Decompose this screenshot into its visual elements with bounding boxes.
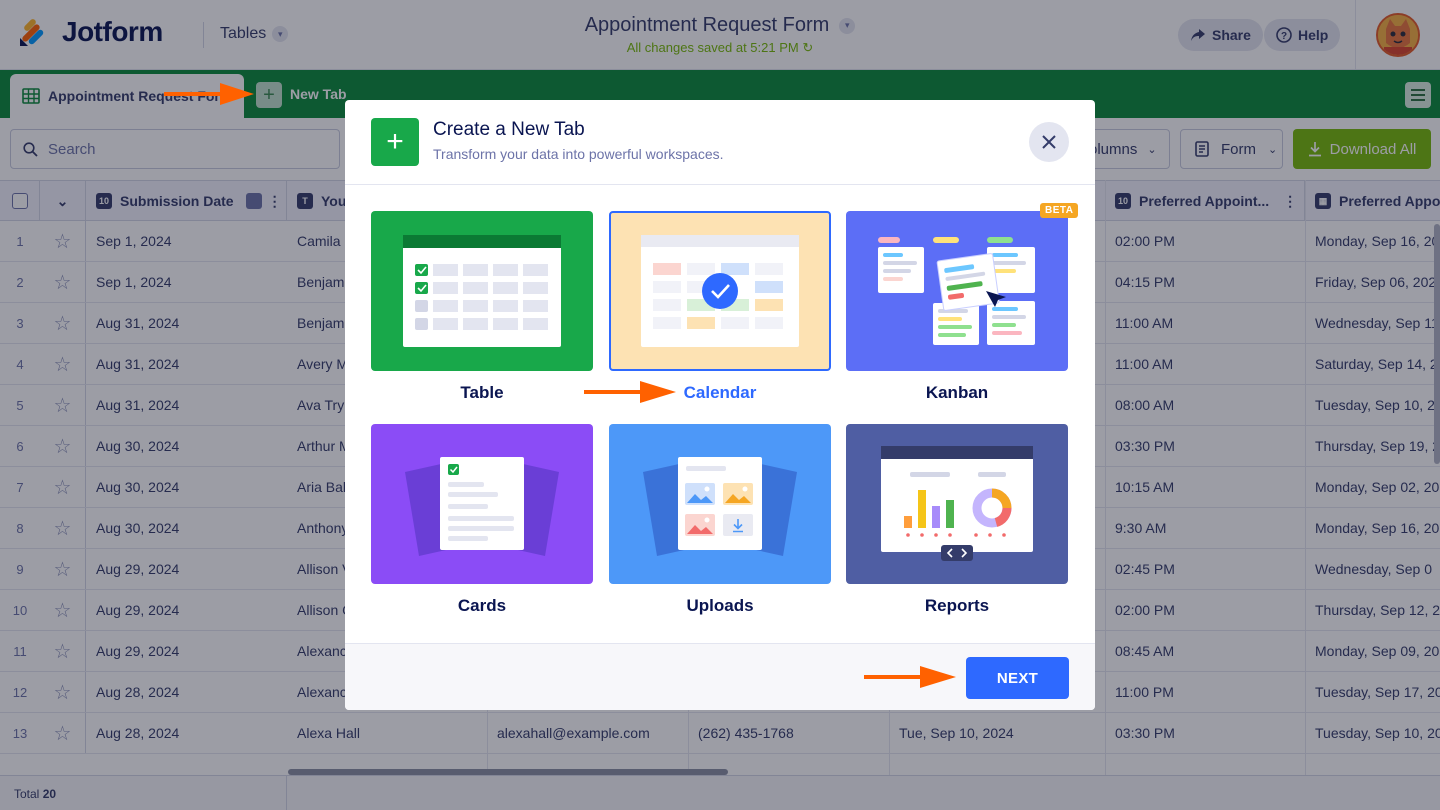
annotation-arrow-icon bbox=[584, 381, 676, 403]
app-root: Jotform Tables ▾ Appointment Request For… bbox=[0, 0, 1440, 810]
beta-badge: BETA bbox=[1040, 203, 1079, 218]
uploads-illustration-icon bbox=[643, 457, 797, 556]
modal-subtitle: Transform your data into powerful worksp… bbox=[433, 146, 724, 162]
option-kanban-card[interactable] bbox=[846, 211, 1068, 371]
table-illustration-icon bbox=[403, 235, 561, 347]
modal-footer: NEXT bbox=[345, 643, 1095, 710]
annotation-arrow-icon bbox=[164, 83, 254, 105]
option-table-label[interactable]: Table bbox=[371, 383, 593, 403]
next-button[interactable]: NEXT bbox=[966, 657, 1069, 699]
option-cards-label[interactable]: Cards bbox=[371, 596, 593, 616]
calendar-illustration-icon bbox=[641, 235, 799, 347]
modal-header: + Create a New Tab Transform your data i… bbox=[345, 100, 1095, 185]
close-icon bbox=[1042, 135, 1056, 149]
plus-icon: + bbox=[371, 118, 419, 166]
option-reports-card[interactable] bbox=[846, 424, 1068, 584]
option-calendar-card[interactable] bbox=[609, 211, 831, 371]
option-uploads-label[interactable]: Uploads bbox=[609, 596, 831, 616]
option-reports-label[interactable]: Reports bbox=[846, 596, 1068, 616]
option-table-card[interactable] bbox=[371, 211, 593, 371]
annotation-arrow-icon bbox=[864, 666, 956, 688]
cards-illustration-icon bbox=[405, 457, 559, 556]
reports-illustration-icon bbox=[881, 446, 1033, 561]
option-uploads-card[interactable] bbox=[609, 424, 831, 584]
kanban-illustration-icon bbox=[878, 237, 1035, 345]
option-kanban-label[interactable]: Kanban bbox=[846, 383, 1068, 403]
option-cards-card[interactable] bbox=[371, 424, 593, 584]
close-button[interactable] bbox=[1029, 122, 1069, 162]
create-new-tab-modal: + Create a New Tab Transform your data i… bbox=[345, 100, 1095, 710]
modal-title: Create a New Tab bbox=[433, 119, 585, 140]
